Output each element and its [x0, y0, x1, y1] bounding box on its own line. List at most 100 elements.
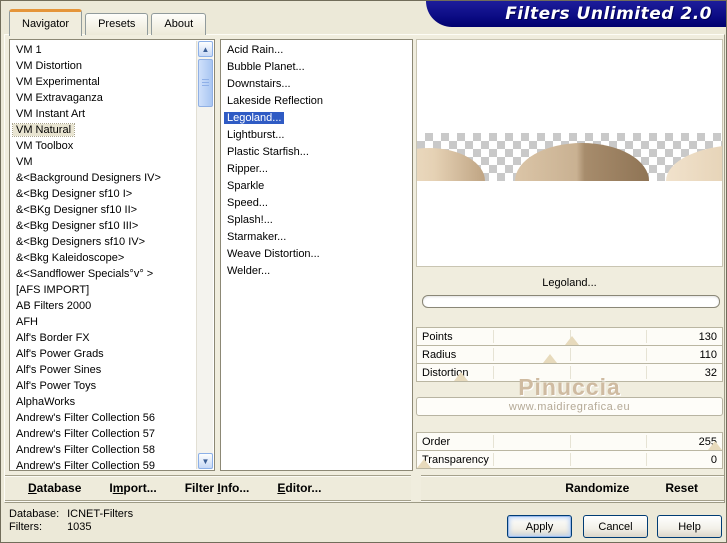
slider-tick — [569, 453, 571, 466]
list-item[interactable]: Acid Rain... — [224, 42, 412, 59]
filters-unlimited-dialog: Filters Unlimited 2.0 Navigator Presets … — [0, 0, 727, 543]
list-item[interactable]: Andrew's Filter Collection 56 — [13, 410, 214, 426]
title-banner: Filters Unlimited 2.0 — [426, 1, 726, 27]
dome-shape-center — [515, 143, 649, 181]
list-item[interactable]: [AFS IMPORT] — [13, 282, 214, 298]
list-item[interactable]: VM Experimental — [13, 74, 214, 90]
slider-value: 110 — [699, 349, 717, 361]
slider-label: Transparency — [422, 454, 489, 466]
list-item[interactable]: Splash!... — [224, 212, 412, 229]
reset-button[interactable]: Reset — [665, 481, 698, 495]
database-button[interactable]: Database — [28, 481, 81, 495]
slider-tick — [645, 435, 647, 448]
list-item[interactable]: VM Toolbox — [13, 138, 214, 154]
slider-thumb-icon[interactable] — [417, 459, 431, 468]
editor-button[interactable]: Editor... — [277, 481, 321, 495]
list-item[interactable]: Weave Distortion... — [224, 246, 412, 263]
blend-parameter-sliders: Order 255 Transparency 0 — [416, 432, 723, 469]
list-item[interactable]: &<Bkg Designer sf10 I> — [13, 186, 214, 202]
import-button[interactable]: Import... — [109, 481, 156, 495]
slider-transparency[interactable]: Transparency 0 — [417, 451, 722, 469]
tab-bar: Navigator Presets About — [9, 9, 209, 36]
list-item[interactable]: Alf's Border FX — [13, 330, 214, 346]
watermark-name: Pinuccia — [518, 374, 621, 400]
list-item[interactable]: Ripper... — [224, 161, 412, 178]
list-item[interactable]: Bubble Planet... — [224, 59, 412, 76]
slider-value: 0 — [710, 454, 717, 466]
slider-radius[interactable]: Radius 110 — [417, 346, 722, 364]
scroll-down-icon[interactable]: ▼ — [198, 453, 213, 469]
list-item[interactable]: Plastic Starfish... — [224, 144, 412, 161]
slider-tick — [645, 348, 647, 361]
list-item[interactable]: Andrew's Filter Collection 57 — [13, 426, 214, 442]
list-item[interactable]: VM — [13, 154, 214, 170]
list-item[interactable]: &<Background Designers IV> — [13, 170, 214, 186]
list-item[interactable]: Welder... — [224, 263, 412, 280]
slider-thumb-icon[interactable] — [542, 354, 557, 363]
toolbar-left: Database Import... Filter Info... Editor... — [5, 475, 411, 501]
dome-shape-right — [666, 145, 722, 181]
preview-image — [416, 39, 723, 267]
slider-thumb-icon[interactable] — [708, 441, 722, 450]
list-item[interactable]: Andrew's Filter Collection 58 — [13, 442, 214, 458]
list-item[interactable]: VM Distortion — [13, 58, 214, 74]
list-item[interactable]: &<Bkg Designer sf10 III> — [13, 218, 214, 234]
database-value: ICNET-Filters — [67, 508, 134, 520]
slider-tick — [493, 435, 495, 448]
list-item[interactable]: Sparkle — [224, 178, 412, 195]
list-item[interactable]: &<Sandflower Specials°v° > — [13, 266, 214, 282]
slider-order[interactable]: Order 255 — [417, 433, 722, 451]
randomize-button[interactable]: Randomize — [565, 481, 629, 495]
list-item[interactable]: AFH — [13, 314, 214, 330]
filter-list[interactable]: Acid Rain... Bubble Planet... Downstairs..… — [220, 39, 413, 471]
list-item[interactable]: &<BKg Designer sf10 II> — [13, 202, 214, 218]
database-status: Database: ICNET-Filters Filters: 1035 — [9, 508, 133, 534]
filter-info-button[interactable]: Filter Info... — [185, 481, 250, 495]
category-list[interactable]: ▲ ▼ VM 1 VM Distortion VM Experimental VM E… — [9, 39, 215, 471]
apply-button[interactable]: Apply — [507, 515, 572, 538]
cancel-button[interactable]: Cancel — [583, 515, 648, 538]
slider-value: 130 — [698, 331, 717, 343]
list-item[interactable]: &<Bkg Kaleidoscope> — [13, 250, 214, 266]
scroll-up-icon[interactable]: ▲ — [198, 41, 213, 57]
list-item[interactable]: VM Instant Art — [13, 106, 214, 122]
slider-tick — [569, 435, 571, 448]
slider-label: Points — [422, 331, 453, 343]
list-item[interactable]: Speed... — [224, 195, 412, 212]
list-item[interactable]: Lakeside Reflection — [224, 93, 412, 110]
list-item[interactable]: Andrew's Filter Collection 59 — [13, 458, 214, 470]
progress-bar — [422, 295, 720, 308]
filters-label: Filters: — [9, 521, 42, 533]
list-item[interactable]: Alf's Power Toys — [13, 378, 214, 394]
dome-shape-left — [417, 148, 485, 181]
list-item[interactable]: VM Natural — [11, 122, 214, 138]
list-item[interactable]: AlphaWorks — [13, 394, 214, 410]
list-item[interactable]: Alf's Power Grads — [13, 346, 214, 362]
list-item[interactable]: Lightburst... — [224, 127, 412, 144]
slider-points[interactable]: Points 130 — [417, 328, 722, 346]
list-item[interactable]: Alf's Power Sines — [13, 362, 214, 378]
help-button[interactable]: Help — [657, 515, 722, 538]
slider-thumb-icon[interactable] — [565, 336, 580, 345]
list-item[interactable]: VM 1 — [13, 42, 214, 58]
slider-tick — [569, 348, 571, 361]
tab-presets[interactable]: Presets — [85, 13, 149, 35]
selected-filter-caption: Legoland... — [542, 277, 597, 289]
list-item[interactable]: VM Extravaganza — [13, 90, 214, 106]
category-scrollbar[interactable]: ▲ ▼ — [196, 41, 213, 469]
scrollbar-thumb[interactable] — [198, 59, 213, 107]
database-label: Database: — [9, 508, 60, 520]
filters-count: 1035 — [67, 521, 92, 533]
tab-navigator[interactable]: Navigator — [9, 9, 83, 36]
list-item[interactable]: Downstairs... — [224, 76, 412, 93]
list-item[interactable]: Legoland... — [224, 110, 412, 127]
list-item[interactable]: &<Bkg Designers sf10 IV> — [13, 234, 214, 250]
slider-tick — [645, 453, 647, 466]
status-bar: Database: ICNET-Filters Filters: 1035 Ap… — [1, 504, 726, 542]
list-item[interactable]: AB Filters 2000 — [13, 298, 214, 314]
toolbar-right: Randomize Reset — [421, 475, 724, 501]
slider-label: Order — [422, 436, 451, 448]
slider-tick — [493, 453, 495, 466]
tab-about[interactable]: About — [151, 13, 207, 35]
list-item[interactable]: Starmaker... — [224, 229, 412, 246]
